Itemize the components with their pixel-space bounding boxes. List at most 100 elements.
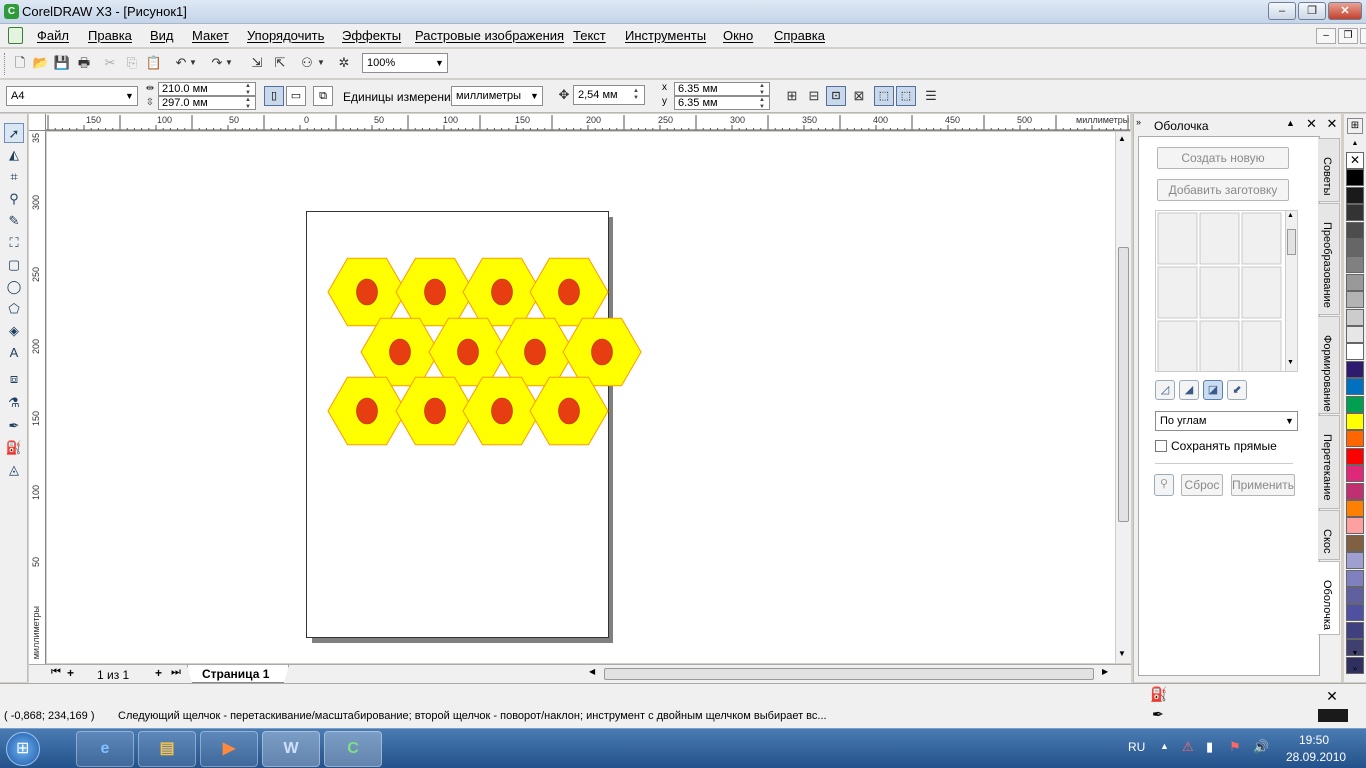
zoom-tool-icon[interactable]: ⚲ xyxy=(4,189,24,209)
create-new-button[interactable]: Создать новую xyxy=(1157,147,1289,169)
open-icon[interactable]: 📂 xyxy=(32,54,50,72)
color-swatch[interactable] xyxy=(1346,239,1364,256)
color-swatch[interactable] xyxy=(1346,291,1364,309)
color-swatch[interactable] xyxy=(1346,343,1364,361)
outline-color-swatch[interactable] xyxy=(1318,709,1348,722)
tab-tips[interactable]: Советы xyxy=(1318,138,1340,202)
smart-fill-tool-icon[interactable]: ⛶ xyxy=(4,233,24,253)
color-swatch[interactable] xyxy=(1346,256,1364,274)
export-icon[interactable]: ⇱ xyxy=(271,54,289,72)
no-fill-swatch-icon[interactable]: ✕ xyxy=(1318,689,1346,703)
palette-expand-icon[interactable]: » xyxy=(1346,664,1364,674)
outline-indicator-icon[interactable]: ✒ xyxy=(1152,706,1164,723)
first-page-icon[interactable]: ⏮ xyxy=(51,666,61,679)
page-size-select[interactable]: A4 ▼ xyxy=(6,86,138,106)
application-launcher-icon[interactable]: ⚇ xyxy=(298,54,316,72)
close-button[interactable]: ✕ xyxy=(1328,2,1362,20)
no-color-swatch[interactable]: ✕ xyxy=(1346,152,1364,169)
tab-shaping[interactable]: Формирование xyxy=(1318,316,1340,414)
color-swatch[interactable] xyxy=(1346,621,1364,639)
add-page-before-icon[interactable]: + xyxy=(67,666,74,680)
tab-blend[interactable]: Перетекание xyxy=(1318,415,1340,509)
toolbar-grip[interactable] xyxy=(4,53,7,75)
eyedropper-icon[interactable]: ⚲ xyxy=(1154,474,1174,496)
preset-scrollbar[interactable]: ▲ ▼ xyxy=(1285,211,1297,371)
scroll-down-icon[interactable]: ▼ xyxy=(1118,649,1126,658)
palette-scroll-up-icon[interactable]: ▲ xyxy=(1346,140,1364,150)
menu-arrange[interactable]: Упорядочить xyxy=(247,28,324,43)
vertical-scroll-thumb[interactable] xyxy=(1118,247,1129,522)
redo-dropdown-icon[interactable]: ▼ xyxy=(224,54,234,72)
media-player-taskbar-icon[interactable]: ▶ xyxy=(200,731,258,767)
scroll-up-icon[interactable]: ▲ xyxy=(1118,134,1126,143)
text-tool-icon[interactable]: A xyxy=(4,343,24,363)
ellipse-shape[interactable] xyxy=(389,338,411,366)
color-swatch[interactable] xyxy=(1346,500,1364,517)
ellipse-shape[interactable] xyxy=(424,397,446,425)
add-page-after-icon[interactable]: + xyxy=(155,666,162,680)
snap-to-guidelines-icon[interactable]: ⊟ xyxy=(805,87,823,105)
zoom-level-select[interactable]: 100% ▼ xyxy=(362,53,448,73)
document-icon[interactable] xyxy=(8,27,23,44)
doc-close-button[interactable] xyxy=(1360,28,1366,44)
interactive-fill-tool-icon[interactable]: ◬ xyxy=(4,460,24,480)
internet-explorer-taskbar-icon[interactable]: e xyxy=(76,731,134,767)
page-height-field[interactable]: 297.0 мм ▲ ▼ xyxy=(158,96,256,110)
menu-layout[interactable]: Макет xyxy=(192,28,229,43)
ellipse-shape[interactable] xyxy=(491,397,513,425)
color-swatch[interactable] xyxy=(1346,604,1364,622)
draw-fill-button[interactable]: ⬚ xyxy=(896,86,916,106)
tab-envelope[interactable]: Оболочка xyxy=(1318,561,1340,635)
color-swatch[interactable] xyxy=(1346,552,1364,570)
color-swatch[interactable] xyxy=(1346,360,1364,378)
snap-to-objects-button[interactable]: ⊡ xyxy=(826,86,846,106)
menu-bitmaps[interactable]: Растровые изображения xyxy=(415,28,564,43)
menu-tools[interactable]: Инструменты xyxy=(625,28,706,43)
last-page-icon[interactable]: ⏭ xyxy=(171,666,181,679)
import-icon[interactable]: ⇲ xyxy=(248,54,266,72)
color-swatch[interactable] xyxy=(1346,169,1364,187)
save-icon[interactable]: 💾 xyxy=(53,54,71,72)
unconstrained-mode-icon[interactable]: ⬋ xyxy=(1227,380,1247,400)
clock-date[interactable]: 28.09.2010 xyxy=(1286,750,1346,764)
basic-shapes-tool-icon[interactable]: ◈ xyxy=(4,321,24,341)
horizontal-scroll-thumb[interactable] xyxy=(604,668,1094,680)
options-icon[interactable]: ☰ xyxy=(922,87,940,105)
color-swatch[interactable] xyxy=(1346,430,1364,448)
network-icon[interactable]: ⚠ xyxy=(1182,739,1194,755)
add-preset-button[interactable]: Добавить заготовку xyxy=(1157,179,1289,201)
doc-minimize-button[interactable]: – xyxy=(1316,28,1336,44)
docker-collapse-icon[interactable]: » xyxy=(1136,117,1141,127)
color-swatch[interactable] xyxy=(1346,273,1364,291)
scroll-left-icon[interactable]: ◀ xyxy=(589,667,595,676)
color-swatch[interactable] xyxy=(1346,221,1364,239)
color-swatch[interactable] xyxy=(1346,569,1364,587)
ruler-origin[interactable] xyxy=(29,114,46,131)
undo-dropdown-icon[interactable]: ▼ xyxy=(188,54,198,72)
palette-scroll-down-icon[interactable]: ▼ xyxy=(1346,650,1364,660)
ellipse-shape[interactable] xyxy=(457,338,479,366)
scroll-down-icon[interactable]: ▼ xyxy=(1287,359,1294,366)
color-swatch[interactable] xyxy=(1346,308,1364,326)
menu-file[interactable]: Файл xyxy=(37,28,69,43)
menu-window[interactable]: Окно xyxy=(723,28,753,43)
treat-as-filled-button[interactable]: ⬚ xyxy=(874,86,894,106)
color-swatch[interactable] xyxy=(1346,534,1364,552)
ellipse-shape[interactable] xyxy=(424,278,446,306)
color-swatch[interactable] xyxy=(1346,482,1364,500)
print-icon[interactable]: 🖶 xyxy=(75,54,93,72)
welcome-screen-icon[interactable]: ✲ xyxy=(335,54,353,72)
interactive-blend-tool-icon[interactable]: ⧈ xyxy=(4,369,24,389)
action-center-icon[interactable]: ⚑ xyxy=(1229,739,1241,755)
copy-icon[interactable]: ⎘ xyxy=(123,54,141,72)
reset-button[interactable]: Сброс xyxy=(1181,474,1223,496)
ellipse-shape[interactable] xyxy=(524,338,546,366)
shape-tool-icon[interactable]: ◭ xyxy=(4,145,24,165)
nudge-distance-field[interactable]: 2,54 мм ▲ ▼ xyxy=(573,85,645,105)
coreldraw-taskbar-icon[interactable]: C xyxy=(324,731,382,767)
battery-icon[interactable]: ▮ xyxy=(1206,739,1213,755)
hexagon-artwork[interactable] xyxy=(47,132,1115,663)
menu-text[interactable]: Текст xyxy=(573,28,606,43)
duplicate-y-field[interactable]: 6.35 мм ▲ ▼ xyxy=(674,96,770,110)
docker-close-all-icon[interactable]: ✕ xyxy=(1324,116,1340,132)
